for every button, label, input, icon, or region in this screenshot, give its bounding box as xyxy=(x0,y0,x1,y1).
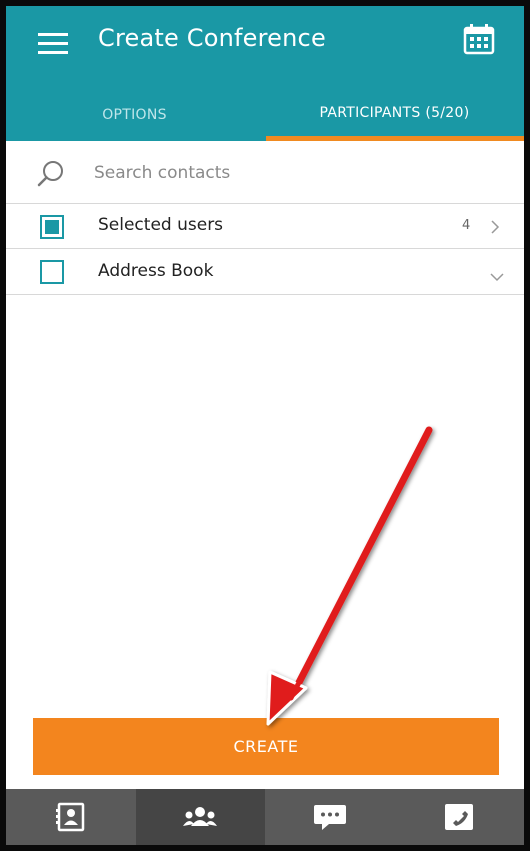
tab-options-label: OPTIONS xyxy=(102,106,167,123)
address-book-label: Address Book xyxy=(98,261,214,281)
tab-options[interactable]: OPTIONS xyxy=(6,90,265,141)
create-button[interactable]: CREATE xyxy=(33,718,499,775)
search-input[interactable] xyxy=(94,155,494,191)
bottom-navigation xyxy=(6,789,524,845)
nav-contacts[interactable] xyxy=(6,789,136,845)
selected-users-count: 4 xyxy=(462,218,471,233)
selected-users-checkbox[interactable] xyxy=(40,215,64,239)
app-header: Create Conference OPTIONS PARTICIPANTS (… xyxy=(6,6,524,141)
tab-bar: OPTIONS PARTICIPANTS (5/20) xyxy=(6,90,524,141)
group-icon xyxy=(183,807,218,826)
selected-users-row[interactable]: Selected users 4 xyxy=(6,204,524,249)
hamburger-menu-icon[interactable] xyxy=(38,33,68,55)
search-row xyxy=(6,141,524,204)
address-book-row[interactable]: Address Book xyxy=(6,249,524,295)
nav-conference[interactable] xyxy=(135,789,265,845)
calendar-icon[interactable] xyxy=(462,22,496,56)
contacts-icon xyxy=(55,802,84,832)
page-title: Create Conference xyxy=(98,24,326,52)
chevron-right-icon xyxy=(490,219,500,234)
nav-phone[interactable] xyxy=(395,789,525,845)
checkbox-fill xyxy=(45,220,59,234)
tab-participants-label: PARTICIPANTS (5/20) xyxy=(319,104,470,121)
address-book-checkbox[interactable] xyxy=(40,260,64,284)
app-window: Create Conference OPTIONS PARTICIPANTS (… xyxy=(0,0,530,851)
search-icon xyxy=(36,159,66,189)
chevron-down-icon[interactable] xyxy=(490,267,504,282)
selected-users-label: Selected users xyxy=(98,215,224,235)
phone-icon xyxy=(445,804,474,830)
chat-icon xyxy=(313,805,346,830)
tab-participants[interactable]: PARTICIPANTS (5/20) xyxy=(265,90,524,141)
nav-chat[interactable] xyxy=(265,789,395,845)
